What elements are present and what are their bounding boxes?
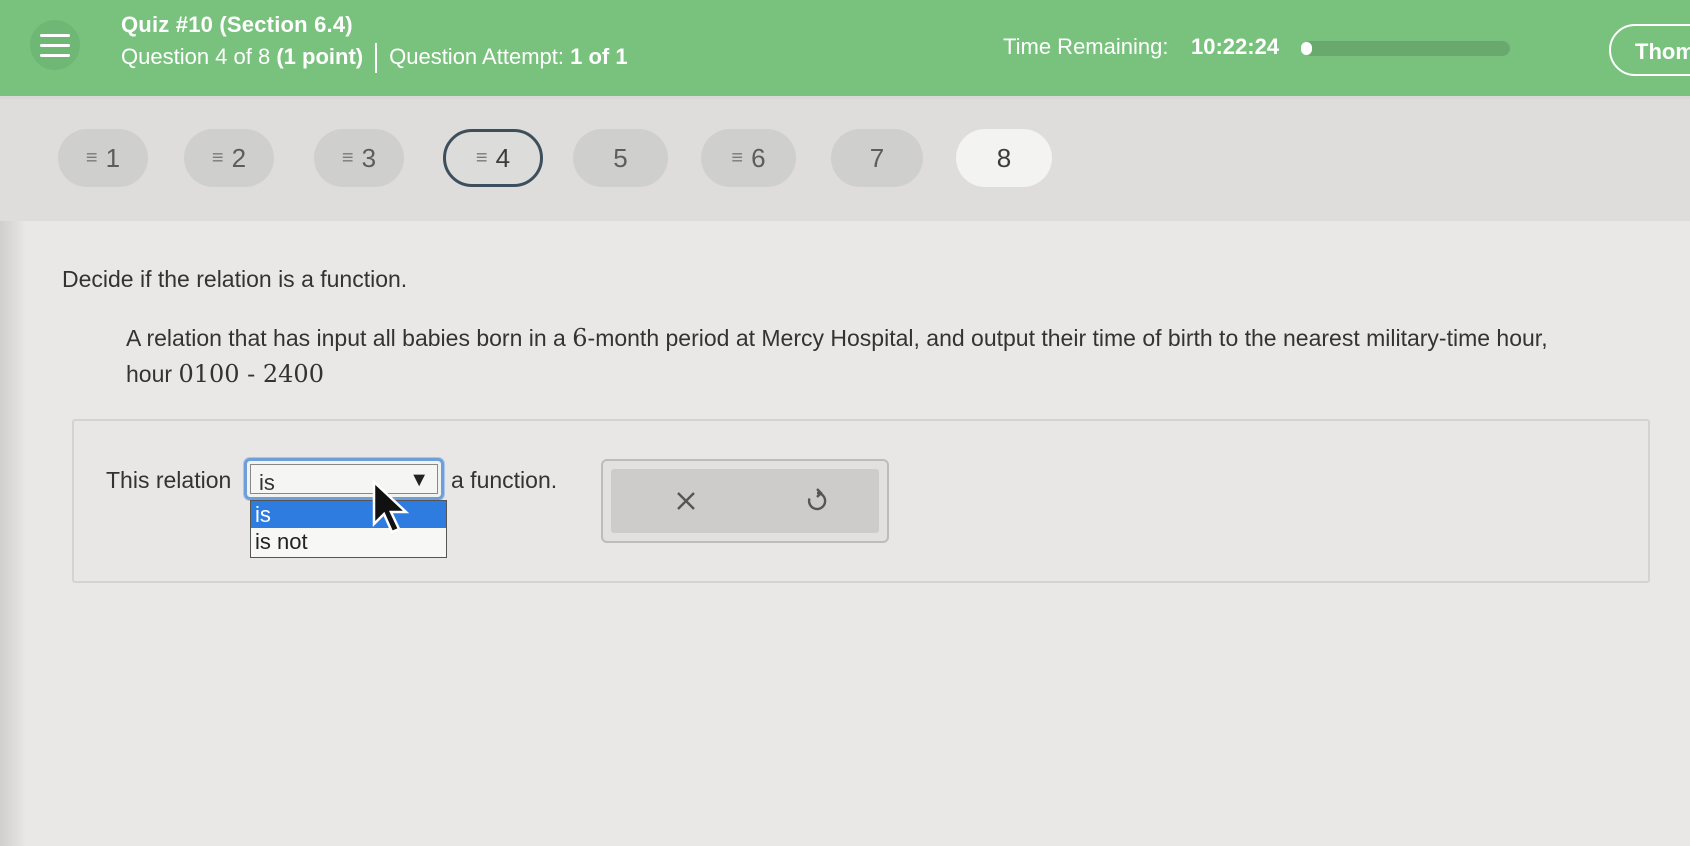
attempt-label: Question Attempt:: [389, 43, 564, 69]
undo-icon: [807, 488, 827, 511]
question-nav-2[interactable]: ≡ 2: [184, 129, 274, 187]
question-nav-number: 4: [495, 142, 511, 173]
answered-icon: ≡: [731, 146, 744, 169]
question-nav-5[interactable]: 5: [573, 129, 668, 187]
question-points: (1 point): [276, 43, 364, 69]
question-info: Question 4 of 8 (1 point) Question Attemp…: [121, 43, 628, 73]
quiz-header: Quiz #10 (Section 6.4) Question 4 of 8 (…: [0, 0, 1690, 99]
answer-trail-text: a function.: [451, 467, 558, 493]
tool-bar: [611, 469, 879, 533]
time-remaining-label: Time Remaining:: [1003, 34, 1169, 59]
mouse-cursor-icon: [372, 480, 410, 534]
select-option-is[interactable]: is: [251, 501, 446, 528]
question-nav-number: 5: [613, 142, 628, 173]
time-progress-bar: [1301, 41, 1510, 56]
quiz-title: Quiz #10 (Section 6.4): [121, 12, 353, 37]
answered-icon: ≡: [85, 146, 98, 169]
answer-lead-text: This relation: [106, 467, 232, 493]
select-value: is: [259, 470, 275, 495]
question-prompt: Decide if the relation is a function.: [62, 266, 408, 292]
relation-description: A relation that has input all babies bor…: [126, 320, 1596, 392]
clear-button[interactable]: [666, 479, 706, 523]
answered-icon: ≡: [341, 146, 354, 169]
answered-icon: ≡: [475, 146, 488, 169]
question-nav-number: 1: [105, 142, 121, 173]
question-nav-number: 2: [231, 142, 247, 173]
relation-math-1: 6: [572, 324, 588, 352]
time-remaining-value: 10:22:24: [1191, 34, 1280, 59]
question-of: Question 4 of 8: [121, 43, 271, 69]
question-nav-4[interactable]: ≡ 4: [443, 129, 543, 187]
function-select[interactable]: is ▼: [244, 458, 444, 500]
divider: [375, 43, 378, 73]
question-nav-1[interactable]: ≡ 1: [58, 129, 148, 187]
question-nav-3[interactable]: ≡ 3: [314, 129, 404, 187]
answer-tools: [601, 459, 889, 543]
question-nav-6[interactable]: ≡ 6: [701, 129, 796, 187]
question-nav-number: 7: [869, 142, 885, 173]
menu-icon[interactable]: [30, 20, 80, 70]
answered-icon: ≡: [211, 146, 224, 169]
close-icon: [677, 492, 695, 510]
undo-button[interactable]: [797, 479, 837, 523]
select-options-list: is is not: [250, 500, 447, 558]
question-nav-8[interactable]: 8: [956, 129, 1052, 187]
question-nav-number: 8: [996, 142, 1012, 173]
question-nav-number: 3: [361, 142, 377, 173]
question-nav-number: 6: [751, 142, 766, 173]
relation-math-2: 0100 - 2400: [178, 360, 324, 388]
attempt-value: 1 of 1: [570, 43, 628, 69]
time-progress-fill: [1301, 42, 1312, 55]
question-nav-7[interactable]: 7: [831, 129, 923, 187]
relation-text-1: A relation that has input all babies bor…: [126, 325, 573, 351]
dropdown-arrow-icon[interactable]: ▼: [409, 469, 429, 492]
select-option-is-not[interactable]: is not: [251, 528, 446, 555]
user-button[interactable]: Thom: [1609, 24, 1690, 76]
